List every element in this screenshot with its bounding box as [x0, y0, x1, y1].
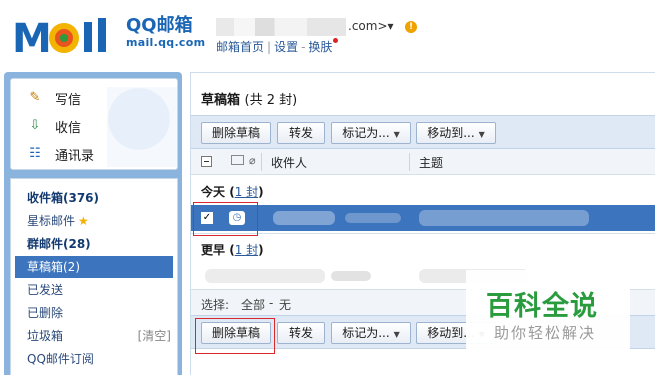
- compose-receive[interactable]: ⇩ 收信: [25, 115, 81, 137]
- group-earlier-label: 更早: [201, 243, 226, 257]
- group-today-count[interactable]: 1 封: [235, 185, 258, 199]
- watermark-subtitle: 助你轻松解决: [494, 324, 597, 342]
- brand: QQ邮箱 mail.qq.com: [126, 15, 206, 50]
- column-header: ⌀ 收件人 主题: [191, 149, 655, 175]
- empty-spam-link[interactable]: [清空]: [138, 325, 171, 347]
- delete-draft-button[interactable]: 删除草稿: [201, 122, 271, 144]
- table-row[interactable]: ✓ ◷: [191, 205, 655, 231]
- chevron-down-icon: ▼: [393, 130, 400, 139]
- subject-masked: [419, 210, 589, 226]
- mark-as-label: 标记为...: [342, 326, 390, 340]
- watermark-title: 百科全说: [486, 291, 598, 322]
- account-name-masked: [216, 18, 346, 36]
- brand-url: mail.qq.com: [126, 36, 206, 49]
- svg-text:M: M: [12, 16, 52, 58]
- link-change-skin[interactable]: 换肤: [308, 40, 332, 54]
- recipient-masked: [205, 269, 325, 283]
- notification-dot-icon: [333, 38, 339, 43]
- star-icon: ★: [78, 214, 89, 228]
- compose-contacts-label: 通讯录: [55, 148, 95, 164]
- folder-starred[interactable]: 星标邮件 ★: [11, 210, 177, 232]
- qq-mail-logo[interactable]: M: [12, 14, 122, 58]
- qq-penguin-watermark-icon: [107, 87, 177, 167]
- folder-spam[interactable]: 垃圾箱 [清空]: [11, 325, 177, 347]
- select-label: 选择:: [201, 298, 230, 312]
- select-none-link[interactable]: 无: [279, 296, 291, 313]
- folder-sent[interactable]: 已发送: [11, 279, 177, 301]
- compose-write-label: 写信: [55, 92, 82, 108]
- highlight-delete-button: [195, 318, 275, 354]
- folder-deleted[interactable]: 已删除: [11, 302, 177, 324]
- attachment-icon: ⌀: [249, 154, 256, 167]
- page-title: 草稿箱 (共 2 封): [201, 89, 297, 108]
- link-mail-home[interactable]: 邮箱首页: [216, 40, 264, 54]
- forward-button-bottom[interactable]: 转发: [277, 322, 325, 344]
- compose-contacts[interactable]: ☷ 通讯录: [25, 143, 94, 165]
- pen-icon: ✎: [29, 90, 41, 105]
- recipient-masked: [273, 211, 335, 225]
- move-to-dropdown[interactable]: 移动到... ▼: [416, 122, 496, 144]
- move-to-label: 移动到...: [427, 126, 475, 140]
- mark-as-dropdown[interactable]: 标记为... ▼: [331, 122, 411, 144]
- compose-receive-label: 收信: [55, 120, 82, 136]
- folder-spam-label: 垃圾箱: [27, 329, 64, 343]
- folder-inbox[interactable]: 收件箱(376): [11, 187, 177, 209]
- folder-list: 收件箱(376) 星标邮件 ★ 群邮件(28) 草稿箱(2) 已发送 已删除 垃圾…: [10, 178, 178, 375]
- column-divider: [261, 153, 262, 171]
- top-toolbar: 删除草稿 转发 标记为... ▼ 移动到... ▼: [191, 115, 655, 149]
- select-all-checkbox[interactable]: [201, 156, 212, 167]
- contacts-icon: ☷: [29, 146, 41, 161]
- column-subject[interactable]: 主题: [419, 154, 443, 171]
- page-title-count: (共 2 封): [244, 93, 298, 108]
- folder-group-mail[interactable]: 群邮件(28): [11, 233, 177, 255]
- divider: [191, 233, 655, 234]
- group-today: 今天 (1 封): [201, 185, 264, 199]
- group-today-label: 今天: [201, 185, 226, 199]
- folder-drafts[interactable]: 草稿箱(2): [15, 256, 173, 278]
- sidebar: ✎ 写信 ⇩ 收信 ☷ 通讯录 收件箱(376) 星标邮件 ★ 群邮件(28) 草…: [4, 72, 182, 375]
- account-suffix[interactable]: .com>▾: [348, 19, 394, 33]
- column-divider: [409, 153, 410, 171]
- group-earlier-count[interactable]: 1 封: [235, 243, 258, 257]
- inbox-download-icon: ⇩: [29, 118, 41, 133]
- header: M QQ邮箱 mail.qq.com .com>▾ ! 邮箱首页 | 设置 - 换肤: [0, 0, 655, 72]
- chevron-down-icon: ▼: [393, 330, 400, 339]
- recipient-masked: [331, 271, 371, 281]
- group-earlier: 更早 (1 封): [201, 243, 264, 257]
- warning-icon[interactable]: !: [405, 21, 417, 33]
- folder-starred-label: 星标邮件: [27, 214, 76, 228]
- link-settings[interactable]: 设置: [274, 40, 298, 54]
- highlight-selected-row: [193, 202, 258, 236]
- mark-as-label: 标记为...: [342, 126, 390, 140]
- column-recipient[interactable]: 收件人: [271, 154, 307, 171]
- select-separator: -: [269, 296, 274, 310]
- select-all-link[interactable]: 全部: [241, 296, 265, 313]
- folder-subscriptions[interactable]: QQ邮件订阅: [11, 348, 177, 370]
- compose-write[interactable]: ✎ 写信: [25, 87, 81, 109]
- recipient-masked: [345, 213, 401, 223]
- forward-button[interactable]: 转发: [277, 122, 325, 144]
- mark-as-dropdown-bottom[interactable]: 标记为... ▼: [331, 322, 411, 344]
- top-links: 邮箱首页 | 设置 - 换肤: [216, 38, 339, 55]
- envelope-icon: [231, 155, 244, 165]
- compose-panel: ✎ 写信 ⇩ 收信 ☷ 通讯录: [10, 78, 178, 170]
- chevron-down-icon: ▼: [478, 130, 485, 139]
- page-title-text: 草稿箱: [201, 93, 241, 108]
- brand-name: QQ邮箱: [126, 15, 193, 36]
- watermark: 百科全说 助你轻松解决: [466, 270, 630, 356]
